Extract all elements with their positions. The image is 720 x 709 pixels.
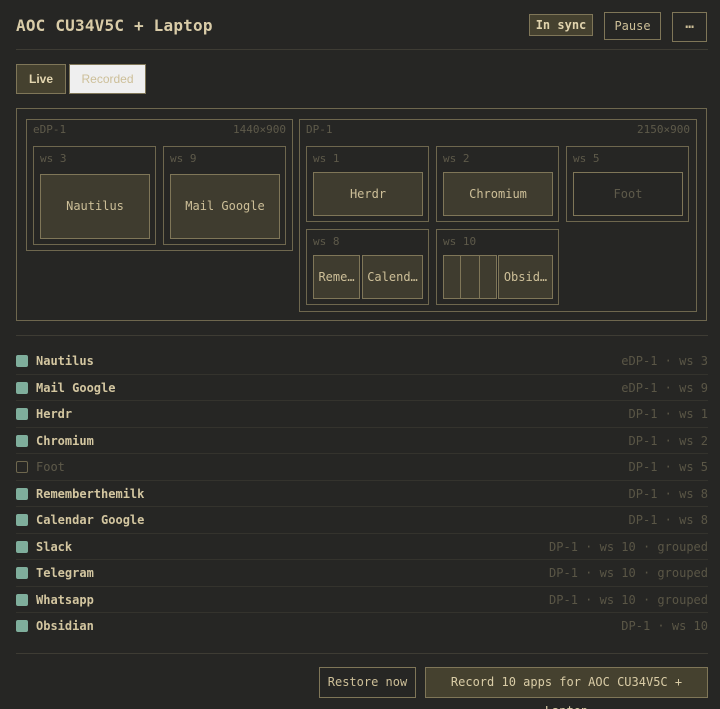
workspace-label: ws 3 bbox=[40, 152, 67, 165]
monitor-name: DP-1 bbox=[306, 123, 333, 136]
app-name: Nautilus bbox=[36, 354, 94, 368]
layout-divider bbox=[16, 335, 708, 336]
app-location: DP-1 · ws 1 bbox=[628, 407, 708, 421]
list-item[interactable]: Rememberthemilk DP-1 · ws 8 bbox=[16, 481, 708, 507]
workspace-ws-8[interactable]: ws 8 Reme… Calend… bbox=[306, 229, 429, 305]
list-item[interactable]: Whatsapp DP-1 · ws 10 · grouped bbox=[16, 587, 708, 613]
workspace-ws-5[interactable]: ws 5 Foot bbox=[566, 146, 689, 222]
app-checkbox[interactable] bbox=[16, 461, 28, 473]
app-name: Obsidian bbox=[36, 619, 94, 633]
monitor-dp-1: DP-1 2150×900 ws 1 Herdr ws 2 Chromium w… bbox=[299, 119, 697, 312]
window-telegram[interactable] bbox=[460, 255, 480, 299]
list-item[interactable]: Mail Google eDP-1 · ws 9 bbox=[16, 375, 708, 401]
page-title: AOC CU34V5C + Laptop bbox=[16, 16, 213, 35]
app-checkbox[interactable] bbox=[16, 540, 28, 553]
workspace-label: ws 10 bbox=[443, 235, 477, 248]
window-nautilus[interactable]: Nautilus bbox=[40, 174, 150, 239]
workspace-label: ws 1 bbox=[313, 152, 340, 165]
list-item[interactable]: Foot DP-1 · ws 5 bbox=[16, 454, 708, 481]
sync-status-badge: In sync bbox=[529, 14, 593, 36]
window-foot[interactable]: Foot bbox=[573, 172, 683, 216]
pause-button[interactable]: Pause bbox=[604, 12, 661, 40]
list-item[interactable]: Nautilus eDP-1 · ws 3 bbox=[16, 348, 708, 375]
app-checkbox[interactable] bbox=[16, 514, 28, 526]
app-name: Telegram bbox=[36, 566, 94, 580]
workspace-label: ws 8 bbox=[313, 235, 340, 248]
list-item[interactable]: Obsidian DP-1 · ws 10 bbox=[16, 613, 708, 640]
app-checkbox[interactable] bbox=[16, 593, 28, 606]
tab-recorded[interactable]: Recorded bbox=[69, 64, 146, 94]
tab-live[interactable]: Live bbox=[16, 64, 66, 94]
app-name: Foot bbox=[36, 460, 65, 474]
monitor-resolution: 2150×900 bbox=[637, 123, 690, 136]
workspace-ws-10[interactable]: ws 10 Obsid… bbox=[436, 229, 559, 305]
app-name: Herdr bbox=[36, 407, 73, 421]
app-checkbox[interactable] bbox=[16, 355, 28, 367]
header-divider bbox=[16, 49, 708, 50]
workspace-ws-2[interactable]: ws 2 Chromium bbox=[436, 146, 559, 222]
app-location: DP-1 · ws 5 bbox=[628, 460, 708, 474]
app-name: Chromium bbox=[36, 433, 94, 448]
app-checkbox[interactable] bbox=[16, 381, 28, 394]
window-whatsapp[interactable] bbox=[479, 255, 497, 299]
header: AOC CU34V5C + Laptop In sync Pause ⋯ bbox=[16, 12, 710, 42]
more-icon: ⋯ bbox=[685, 19, 694, 35]
app-location: eDP-1 · ws 9 bbox=[621, 380, 708, 395]
list-item[interactable]: Telegram DP-1 · ws 10 · grouped bbox=[16, 560, 708, 587]
workspace-ws-1[interactable]: ws 1 Herdr bbox=[306, 146, 429, 222]
monitor-name: eDP-1 bbox=[33, 123, 67, 136]
footer-divider bbox=[16, 653, 708, 654]
workspace-label: ws 9 bbox=[170, 152, 197, 165]
list-item[interactable]: Slack DP-1 · ws 10 · grouped bbox=[16, 534, 708, 560]
monitor-resolution: 1440×900 bbox=[233, 123, 286, 136]
app-location: DP-1 · ws 10 · grouped bbox=[549, 539, 708, 554]
window-rememberthemilk[interactable]: Reme… bbox=[313, 255, 360, 299]
workspace-label: ws 2 bbox=[443, 152, 470, 165]
app-checkbox[interactable] bbox=[16, 408, 28, 420]
app-location: DP-1 · ws 8 bbox=[628, 486, 708, 501]
app-checkbox[interactable] bbox=[16, 620, 28, 632]
app-location: DP-1 · ws 10 · grouped bbox=[549, 592, 708, 607]
app-checkbox[interactable] bbox=[16, 567, 28, 579]
list-item[interactable]: Herdr DP-1 · ws 1 bbox=[16, 401, 708, 428]
app-location: DP-1 · ws 8 bbox=[628, 513, 708, 527]
window-slack[interactable] bbox=[443, 255, 461, 299]
app-name: Slack bbox=[36, 539, 73, 554]
restore-now-button[interactable]: Restore now bbox=[319, 667, 416, 698]
layout-preview: eDP-1 1440×900 ws 3 Nautilus ws 9 Mail G… bbox=[16, 108, 707, 321]
app-location: DP-1 · ws 2 bbox=[628, 433, 708, 448]
app-name: Mail Google bbox=[36, 380, 116, 395]
more-options-button[interactable]: ⋯ bbox=[672, 12, 707, 42]
workspace-ws-9[interactable]: ws 9 Mail Google bbox=[163, 146, 286, 245]
workspace-ws-3[interactable]: ws 3 Nautilus bbox=[33, 146, 156, 245]
app-checkbox[interactable] bbox=[16, 487, 28, 500]
workspace-label: ws 5 bbox=[573, 152, 600, 165]
window-chromium[interactable]: Chromium bbox=[443, 172, 553, 216]
app-location: eDP-1 · ws 3 bbox=[621, 354, 708, 368]
window-herdr[interactable]: Herdr bbox=[313, 172, 423, 216]
app-name: Calendar Google bbox=[36, 513, 145, 527]
app-location: DP-1 · ws 10 bbox=[621, 619, 708, 633]
app-location: DP-1 · ws 10 · grouped bbox=[549, 566, 708, 580]
app-checkbox[interactable] bbox=[16, 434, 28, 447]
window-calendar-google[interactable]: Calend… bbox=[362, 255, 423, 299]
record-apps-button[interactable]: Record 10 apps for AOC CU34V5C + Laptop bbox=[425, 667, 708, 709]
monitor-edp-1: eDP-1 1440×900 ws 3 Nautilus ws 9 Mail G… bbox=[26, 119, 293, 251]
app-name: Rememberthemilk bbox=[36, 486, 145, 501]
app-list: Nautilus eDP-1 · ws 3 Mail Google eDP-1 … bbox=[16, 348, 708, 640]
window-mail-google[interactable]: Mail Google bbox=[170, 174, 280, 239]
list-item[interactable]: Chromium DP-1 · ws 2 bbox=[16, 428, 708, 454]
window-obsidian[interactable]: Obsid… bbox=[498, 255, 553, 299]
app-name: Whatsapp bbox=[36, 592, 94, 607]
list-item[interactable]: Calendar Google DP-1 · ws 8 bbox=[16, 507, 708, 534]
